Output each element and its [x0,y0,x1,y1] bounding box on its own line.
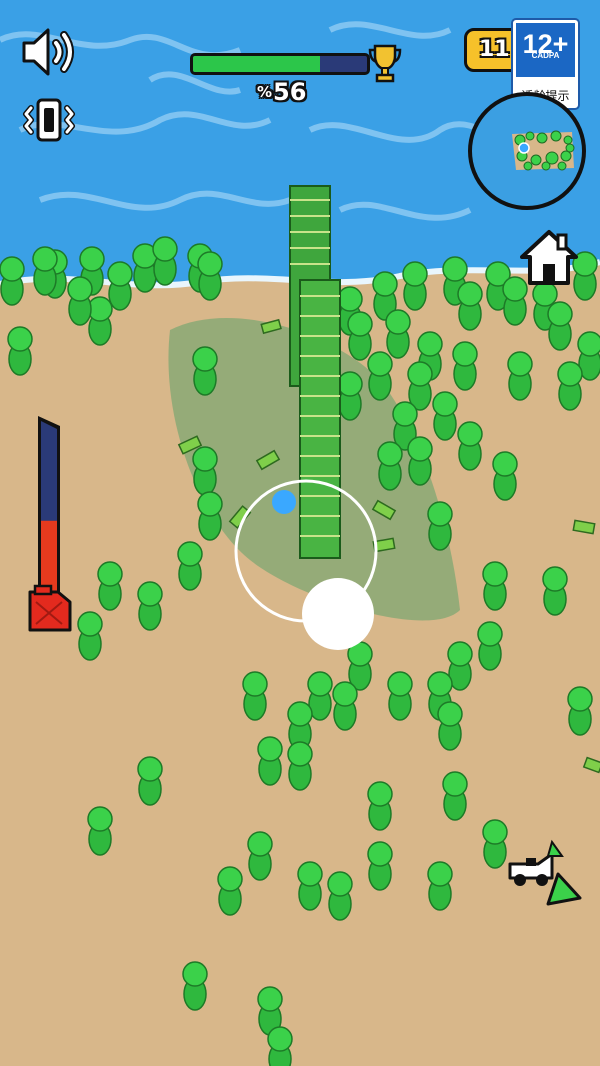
crowd-person [567,686,593,736]
crowd-person [87,296,113,346]
crowd-person [427,861,453,911]
crowd-person [152,236,178,286]
offscreen-vehicle-indicator [504,838,584,910]
crowd-person [267,1026,293,1066]
age-rating-panel: 12+ CADPA [516,23,575,77]
minimap-player-marker [518,142,530,154]
crowd-person [547,301,573,351]
minimap-island [512,130,575,171]
crowd-person [192,346,218,396]
crowd-person [477,621,503,671]
speaker-icon [22,28,74,76]
fuel-fill [41,520,57,593]
fuel-gauge [26,412,78,636]
crowd-person [247,831,273,881]
age-rating-org: CADPA [531,51,560,60]
crowd-person [182,961,208,1011]
fuel-can-icon [28,584,72,632]
crowd-person [407,361,433,411]
vibration-toggle-button[interactable] [20,94,78,146]
crowd-person [7,326,33,376]
crowd-person [407,436,433,486]
crowd-person [87,806,113,856]
crowd-person [385,309,411,359]
crowd-person [297,861,323,911]
progress-percent-value: 56 [273,78,307,106]
crowd-person [557,361,583,411]
progress-fill [193,56,321,72]
crowd-person [177,541,203,591]
progress-track [190,53,370,75]
player [272,490,296,514]
crowd-person [337,371,363,421]
fuel-gauge-graphic [28,416,72,632]
crowd-person [287,741,313,791]
crowd-person [97,561,123,611]
crowd-person [492,451,518,501]
crowd-person [32,246,58,296]
crowd-person [482,561,508,611]
crowd-person [367,351,393,401]
crowd-person [197,491,223,541]
minimap[interactable] [468,92,586,210]
home-button[interactable] [516,227,582,289]
crowd-person [327,871,353,921]
crowd-person [542,566,568,616]
crowd-person [77,611,103,661]
crowd-person [137,756,163,806]
crowd-person [107,261,133,311]
crowd-person [377,441,403,491]
crowd-person [197,251,223,301]
crowd-person [347,641,373,691]
crowd-person [437,701,463,751]
crowd-person [137,581,163,631]
crowd-person [457,421,483,471]
crowd-person [242,671,268,721]
crowd-person [67,276,93,326]
crowd-person [367,781,393,831]
joystick-knob[interactable] [302,578,374,650]
crowd-person [452,341,478,391]
home-icon [520,230,578,285]
crowd-person [427,501,453,551]
crowd-person [402,261,428,311]
progress-percent-label: %56 [257,78,306,106]
crowd-person [217,866,243,916]
crowd-person [367,841,393,891]
crowd-person [257,736,283,786]
truck-icon [508,839,582,906]
crowd-person [332,681,358,731]
crowd-person [0,256,25,306]
sound-toggle-button[interactable] [18,24,80,80]
crowd-person [457,281,483,331]
trophy-icon [368,44,402,83]
crowd-person [387,671,413,721]
vibration-icon [23,98,75,142]
crowd-person [192,446,218,496]
percent-symbol: % [257,83,273,101]
crowd-person [442,771,468,821]
crowd-person [347,311,373,361]
crowd-person [432,391,458,441]
crowd-person [507,351,533,401]
coin-value: 11 [479,37,510,62]
